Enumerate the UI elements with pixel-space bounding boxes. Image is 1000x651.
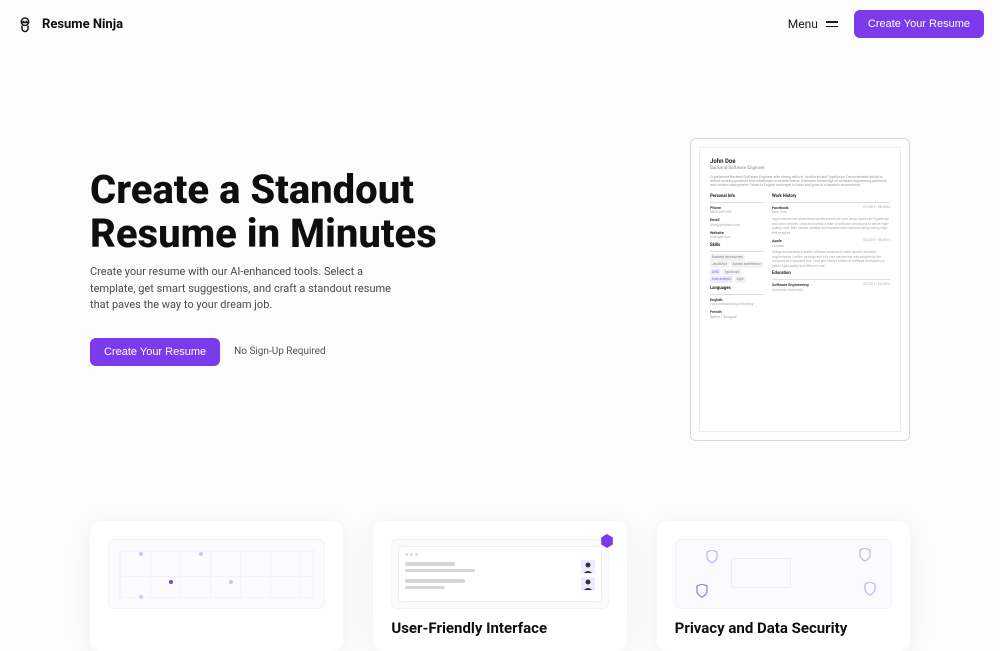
skills-title: Skills <box>710 243 764 252</box>
feature-card-2: User-Friendly Interface <box>373 521 626 651</box>
hero-content: Create a Standout Resume in Minutes Crea… <box>90 138 630 366</box>
features-section: User-Friendly Interface Privacy and Data… <box>0 461 1000 651</box>
shield-icon <box>864 582 876 596</box>
menu-button[interactable]: Menu <box>788 17 838 31</box>
brand-name: Resume Ninja <box>42 17 123 32</box>
shield-icon <box>859 548 871 562</box>
header-actions: Menu Create Your Resume <box>788 10 984 38</box>
feature-illustration-privacy <box>675 539 892 609</box>
skills-tags: Backend development JavaScript System ar… <box>710 254 764 284</box>
education-title: Education <box>772 271 890 280</box>
hero-section: Create a Standout Resume in Minutes Crea… <box>0 48 1000 461</box>
hamburger-icon <box>826 21 838 27</box>
header-cta-button[interactable]: Create Your Resume <box>854 10 984 38</box>
feature-card-3: Privacy and Data Security <box>657 521 910 651</box>
resume-document: John Doe Backend Software Engineer Exper… <box>699 147 901 432</box>
hero-description: Create your resume with our AI-enhanced … <box>90 264 400 314</box>
personal-info-title: Personal Info <box>710 194 764 203</box>
avatar-icon <box>581 560 595 574</box>
feature-illustration-grid <box>108 539 325 609</box>
work-history-title: Work History <box>772 194 890 203</box>
logo[interactable]: Resume Ninja <box>16 15 123 33</box>
avatar-icon <box>581 577 595 591</box>
feature-card-1 <box>90 521 343 651</box>
resume-preview: John Doe Backend Software Engineer Exper… <box>690 138 910 441</box>
hero-cta-row: Create Your Resume No Sign-Up Required <box>90 338 630 366</box>
hero-note: No Sign-Up Required <box>234 346 326 357</box>
hexagon-icon <box>600 534 614 548</box>
resume-summary: Experienced Backend Software Engineer wi… <box>710 175 890 188</box>
ninja-icon <box>16 15 34 33</box>
hero-title: Create a Standout Resume in Minutes <box>90 168 630 256</box>
languages-title: Languages <box>710 286 764 295</box>
main-header: Resume Ninja Menu Create Your Resume <box>0 0 1000 48</box>
shield-icon <box>706 550 718 564</box>
shield-icon <box>696 584 708 598</box>
feature-2-title: User-Friendly Interface <box>391 619 608 637</box>
feature-illustration-interface <box>391 539 608 609</box>
resume-role: Backend Software Engineer <box>710 166 890 172</box>
feature-3-title: Privacy and Data Security <box>675 619 892 637</box>
hero-cta-button[interactable]: Create Your Resume <box>90 338 220 366</box>
menu-label: Menu <box>788 17 818 31</box>
